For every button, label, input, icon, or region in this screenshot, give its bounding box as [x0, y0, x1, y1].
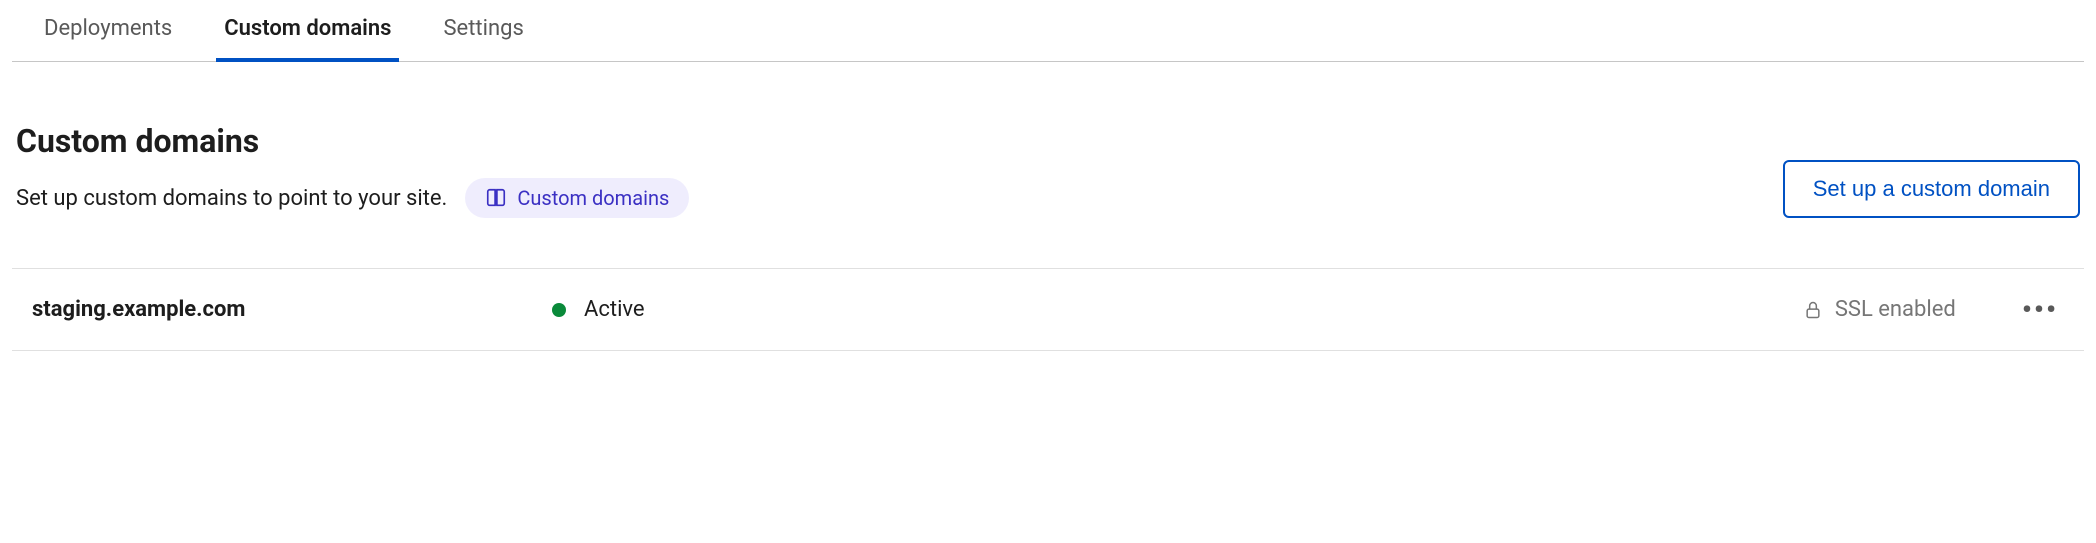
docs-pill-label: Custom domains: [517, 186, 669, 210]
book-icon: [485, 187, 507, 209]
section-header: Custom domains Set up custom domains to …: [12, 62, 2084, 218]
tab-settings[interactable]: Settings: [435, 0, 531, 61]
tabs-nav: Deployments Custom domains Settings: [12, 0, 2084, 62]
lock-icon: [1803, 300, 1823, 320]
status-dot-active-icon: [552, 303, 566, 317]
page-description: Set up custom domains to point to your s…: [16, 186, 447, 211]
domain-list: staging.example.com Active SSL enabled •…: [12, 268, 2084, 351]
more-actions-button[interactable]: •••: [2016, 293, 2064, 326]
domain-status: Active: [552, 297, 1803, 322]
tab-custom-domains[interactable]: Custom domains: [216, 0, 399, 61]
domain-name: staging.example.com: [32, 297, 552, 322]
ssl-status-label: SSL enabled: [1835, 297, 1956, 322]
setup-custom-domain-button[interactable]: Set up a custom domain: [1783, 160, 2080, 218]
domain-status-label: Active: [584, 297, 645, 322]
page-title: Custom domains: [16, 122, 689, 160]
tab-deployments[interactable]: Deployments: [36, 0, 180, 61]
docs-pill[interactable]: Custom domains: [465, 178, 689, 218]
table-row: staging.example.com Active SSL enabled •…: [12, 268, 2084, 351]
ssl-status: SSL enabled: [1803, 297, 1956, 322]
